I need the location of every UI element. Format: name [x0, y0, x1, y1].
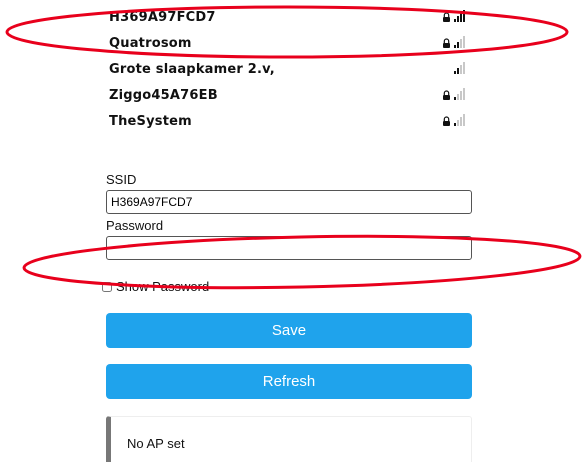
signal-bar — [463, 88, 465, 100]
password-label: Password — [106, 218, 164, 233]
network-name: Ziggo45A76EB — [109, 87, 218, 103]
network-item[interactable]: Grote slaapkamer 2.v, — [109, 56, 465, 82]
network-name: H369A97FCD7 — [109, 9, 216, 25]
signal-bar — [454, 45, 456, 48]
network-icons — [454, 62, 465, 74]
signal-strength-icon — [454, 88, 465, 100]
signal-bar — [457, 42, 459, 48]
lock-icon — [443, 116, 450, 126]
signal-bar — [457, 94, 459, 100]
lock-icon — [443, 38, 450, 48]
signal-bar — [463, 114, 465, 126]
signal-strength-icon — [454, 10, 465, 22]
signal-bar — [460, 13, 462, 22]
signal-bar — [460, 91, 462, 100]
network-icons — [442, 10, 465, 22]
signal-bar — [454, 123, 456, 126]
signal-strength-icon — [454, 36, 465, 48]
network-icons — [442, 114, 465, 126]
network-name: Grote slaapkamer 2.v, — [109, 61, 275, 77]
network-name: TheSystem — [109, 113, 192, 129]
signal-bar — [454, 97, 456, 100]
signal-bar — [460, 117, 462, 126]
network-item[interactable]: TheSystem — [109, 108, 465, 134]
show-password-checkbox[interactable] — [102, 281, 112, 292]
network-list: H369A97FCD7 Quatrosom Grote slaapkamer 2.v… — [109, 4, 465, 134]
network-item[interactable]: Ziggo45A76EB — [109, 82, 465, 108]
signal-bar — [463, 62, 465, 74]
ssid-input[interactable] — [106, 190, 472, 214]
show-password-toggle[interactable]: Show Password — [102, 279, 209, 294]
password-input[interactable] — [106, 236, 472, 260]
signal-bar — [457, 120, 459, 126]
network-icons — [442, 36, 465, 48]
network-item[interactable]: H369A97FCD7 — [109, 4, 465, 30]
signal-strength-icon — [454, 62, 465, 74]
network-icons — [442, 88, 465, 100]
signal-bar — [463, 10, 465, 22]
wifi-setup-page: H369A97FCD7 Quatrosom Grote slaapkamer 2.v… — [0, 0, 583, 462]
network-item[interactable]: Quatrosom — [109, 30, 465, 56]
save-button[interactable]: Save — [106, 313, 472, 348]
signal-bar — [454, 19, 456, 22]
status-message: No AP set — [127, 436, 185, 451]
refresh-button[interactable]: Refresh — [106, 364, 472, 399]
signal-bar — [460, 65, 462, 74]
signal-strength-icon — [454, 114, 465, 126]
wifi-form: SSID Password Show Password Save Refresh… — [102, 171, 472, 462]
ssid-label: SSID — [106, 172, 137, 187]
signal-bar — [454, 71, 456, 74]
signal-bar — [457, 16, 459, 22]
status-message-box: No AP set — [106, 416, 472, 462]
lock-icon — [443, 90, 450, 100]
signal-bar — [463, 36, 465, 48]
lock-icon — [443, 12, 450, 22]
signal-bar — [457, 68, 459, 74]
show-password-label: Show Password — [116, 279, 210, 294]
signal-bar — [460, 39, 462, 48]
network-name: Quatrosom — [109, 35, 192, 51]
